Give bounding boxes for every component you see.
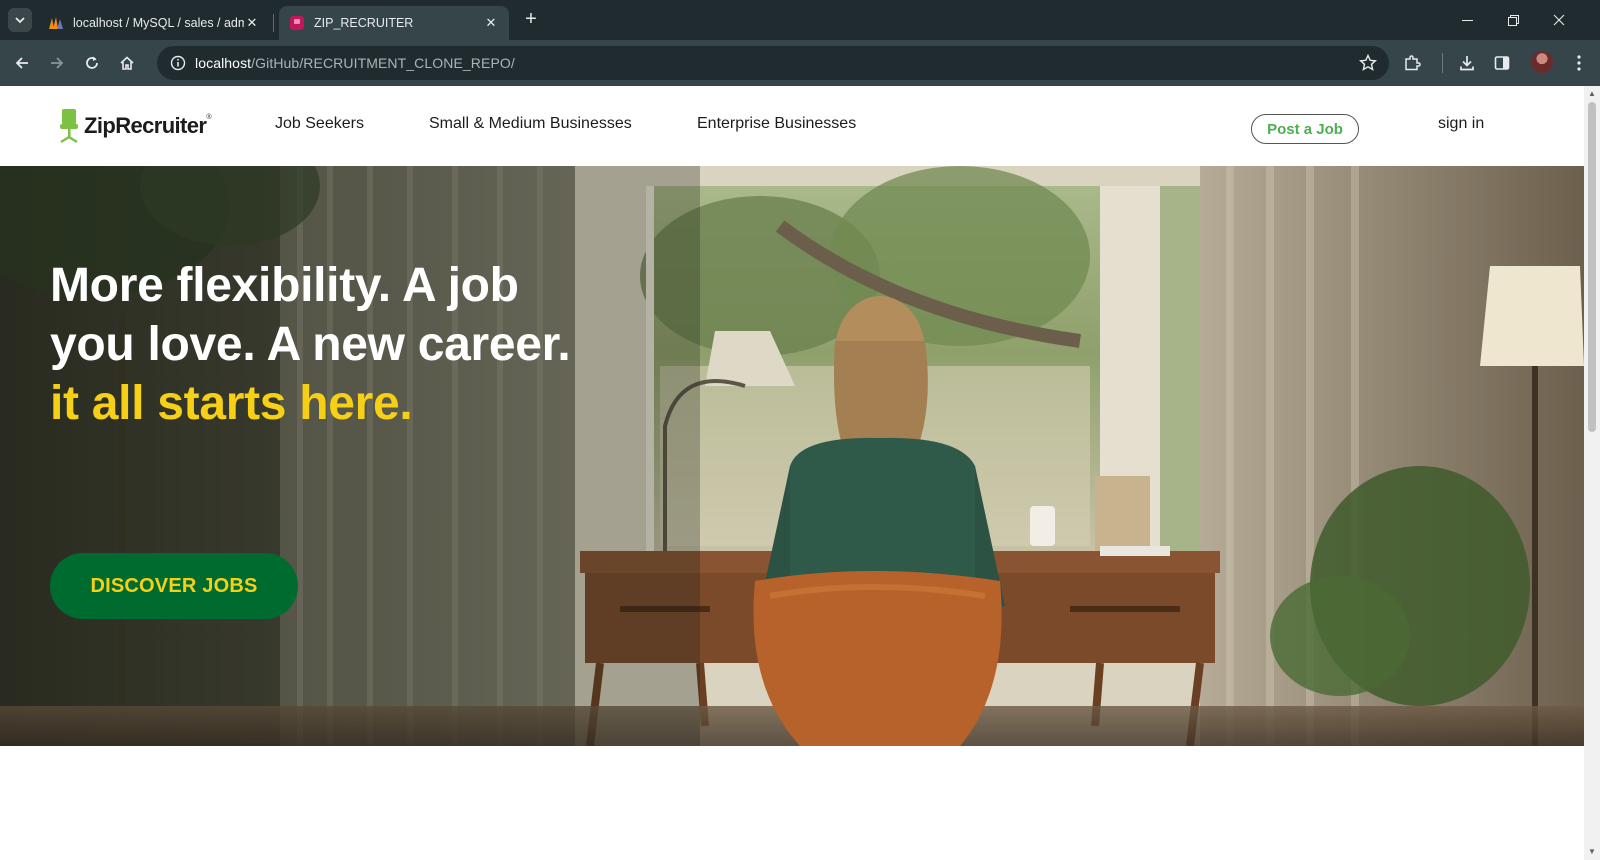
site-navbar: ZipRecruiter ® Job Seekers Small & Mediu…: [0, 86, 1584, 166]
hero-background-photo: [0, 166, 1584, 746]
chevron-down-icon: [15, 17, 25, 24]
zip-recruiter-favicon: [289, 15, 305, 31]
downloads-button[interactable]: [1453, 49, 1481, 77]
tab-separator: [273, 14, 274, 32]
forward-button[interactable]: [43, 49, 71, 77]
arrow-right-icon: [51, 57, 64, 69]
discover-jobs-button[interactable]: DISCOVER JOBS: [50, 553, 298, 619]
minimize-button[interactable]: [1444, 6, 1490, 34]
phpmyadmin-icon: [48, 15, 64, 31]
side-panel-icon: [1494, 56, 1510, 70]
site-info-icon[interactable]: [161, 46, 195, 80]
tab-title: ZIP_RECRUITER: [314, 16, 414, 30]
tab-title: localhost / MySQL / sales / adm: [73, 16, 244, 30]
tab-phpmyadmin[interactable]: localhost / MySQL / sales / adm ✕: [38, 6, 270, 40]
url-path: /GitHub/RECRUITMENT_CLONE_REPO/: [251, 55, 515, 71]
home-button[interactable]: [113, 49, 141, 77]
ziprecruiter-logo[interactable]: ZipRecruiter ®: [58, 106, 212, 146]
toolbar-divider: [1442, 53, 1443, 73]
nav-small-medium-businesses[interactable]: Small & Medium Businesses: [429, 115, 632, 133]
close-window-button[interactable]: [1536, 6, 1582, 34]
minimize-icon: [1461, 19, 1473, 21]
extensions-button[interactable]: [1398, 49, 1426, 77]
address-bar[interactable]: localhost/GitHub/RECRUITMENT_CLONE_REPO/: [157, 46, 1389, 80]
chair-logo-icon: [60, 109, 78, 144]
restore-icon: [1507, 14, 1519, 26]
restore-button[interactable]: [1490, 6, 1536, 34]
reload-button[interactable]: [78, 49, 106, 77]
close-tab-icon[interactable]: ✕: [244, 15, 260, 31]
hero-headline: More flexibility. A job you love. A new …: [50, 256, 590, 433]
page-viewport: ZipRecruiter ® Job Seekers Small & Mediu…: [0, 86, 1584, 860]
browser-toolbar: localhost/GitHub/RECRUITMENT_CLONE_REPO/: [0, 40, 1600, 86]
profile-avatar[interactable]: [1531, 51, 1553, 73]
tab-zip-recruiter[interactable]: ZIP_RECRUITER ✕: [279, 6, 509, 40]
hero-headline-white: More flexibility. A job you love. A new …: [50, 259, 571, 371]
post-a-job-button[interactable]: Post a Job: [1251, 114, 1359, 144]
bookmark-star-icon[interactable]: [1359, 54, 1377, 72]
sign-in-link[interactable]: sign in: [1438, 115, 1484, 133]
close-tab-icon[interactable]: ✕: [483, 15, 499, 31]
url-text: localhost/GitHub/RECRUITMENT_CLONE_REPO/: [195, 55, 515, 71]
nav-enterprise-businesses[interactable]: Enterprise Businesses: [697, 115, 856, 133]
side-panel-button[interactable]: [1488, 49, 1516, 77]
page-scrollbar[interactable]: ▲ ▼: [1584, 86, 1600, 860]
close-icon: [1553, 14, 1565, 26]
hero-headline-accent: it all starts here.: [50, 377, 413, 430]
nav-job-seekers[interactable]: Job Seekers: [275, 115, 364, 133]
more-vert-icon: [1577, 55, 1581, 71]
hero-banner: More flexibility. A job you love. A new …: [0, 166, 1584, 746]
reload-icon: [86, 56, 98, 69]
tab-search-button[interactable]: [8, 8, 32, 32]
scrollbar-thumb[interactable]: [1588, 102, 1596, 432]
url-host: localhost: [195, 55, 252, 71]
new-tab-button[interactable]: +: [520, 9, 542, 31]
scroll-up-arrow-icon[interactable]: ▲: [1588, 90, 1596, 98]
scroll-down-arrow-icon[interactable]: ▼: [1588, 848, 1596, 856]
back-button[interactable]: [8, 49, 36, 77]
puzzle-icon: [1405, 55, 1421, 71]
arrow-left-icon: [15, 57, 28, 69]
browser-tabstrip: localhost / MySQL / sales / adm ✕ ZIP_RE…: [0, 0, 1600, 40]
home-icon: [120, 56, 134, 70]
logo-text: ZipRecruiter: [84, 113, 207, 138]
logo-trademark: ®: [206, 114, 212, 121]
browser-menu-button[interactable]: [1565, 49, 1593, 77]
download-icon: [1460, 56, 1474, 71]
